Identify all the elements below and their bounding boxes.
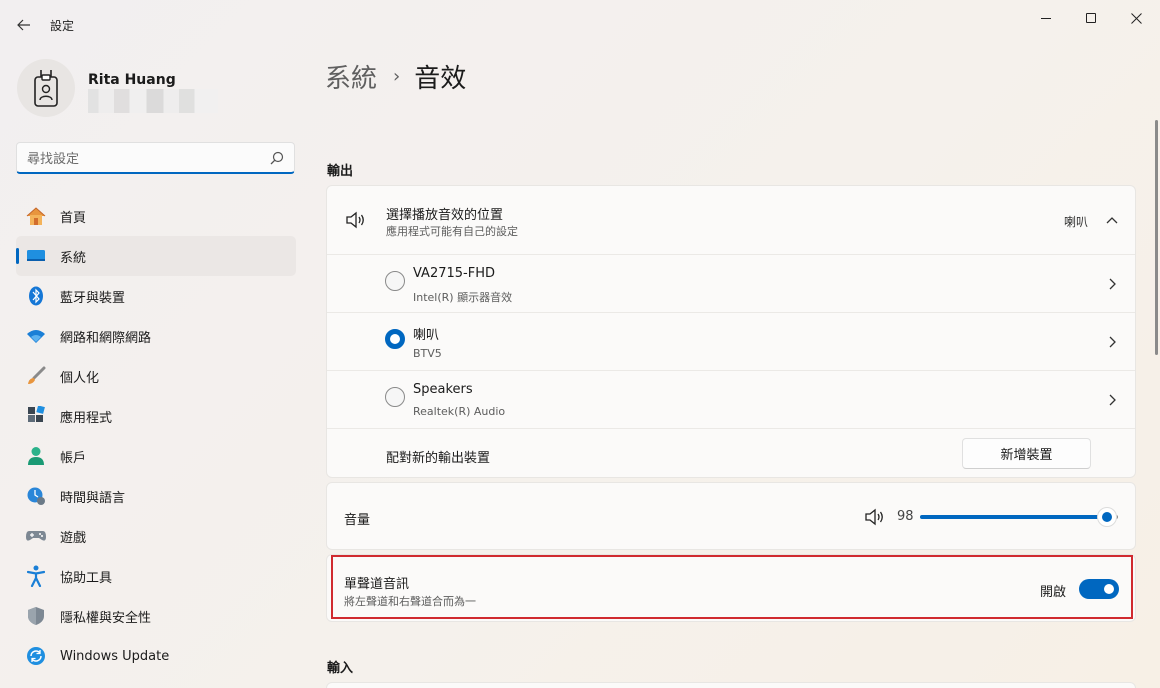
- close-icon: [1130, 12, 1142, 24]
- chevron-up-icon[interactable]: [1106, 216, 1118, 224]
- scrollbar[interactable]: [1155, 120, 1158, 355]
- maximize-button[interactable]: [1076, 6, 1106, 30]
- volume-value: 98: [897, 509, 914, 524]
- sidebar-item-system[interactable]: 系統: [16, 236, 296, 276]
- device-radio[interactable]: [385, 271, 405, 291]
- output-device-row[interactable]: VA2715-FHD Intel(R) 顯示器音效: [327, 254, 1135, 312]
- highlight-box: [331, 555, 1133, 619]
- device-detail: BTV5: [413, 347, 442, 360]
- avatar[interactable]: [17, 59, 75, 117]
- search-input[interactable]: [27, 149, 257, 169]
- sidebar-item-network[interactable]: 網路和網際網路: [16, 316, 296, 356]
- page-title: 音效: [414, 63, 467, 94]
- bluetooth-icon: [25, 285, 47, 307]
- volume-label: 音量: [344, 513, 371, 528]
- output-device-card: 選擇播放音效的位置 應用程式可能有自己的設定 喇叭 VA2715-FHD Int…: [326, 185, 1136, 478]
- sidebar-item-bluetooth[interactable]: 藍牙與裝置: [16, 276, 296, 316]
- sidebar-nav: 首頁 系統 藍牙與裝置 網路和網際網路 個人化 應用程式 帳戶 時間與語言 遊戲…: [16, 196, 296, 676]
- brush-icon: [25, 365, 47, 387]
- app-title: 設定: [50, 19, 75, 33]
- close-button[interactable]: [1121, 6, 1151, 30]
- volume-speaker-icon[interactable]: [864, 508, 886, 526]
- sidebar-item-label: 應用程式: [60, 410, 113, 426]
- home-icon: [25, 205, 47, 227]
- choose-output-subtitle: 應用程式可能有自己的設定: [386, 225, 518, 238]
- sidebar-item-apps[interactable]: 應用程式: [16, 396, 296, 436]
- sidebar-item-label: 遊戲: [60, 530, 87, 546]
- sidebar-item-label: 協助工具: [60, 570, 113, 586]
- breadcrumb: 系統 › 音效: [325, 58, 466, 94]
- volume-slider-thumb[interactable]: [1097, 507, 1117, 527]
- gamepad-icon: [25, 525, 47, 547]
- chevron-right-icon[interactable]: [1107, 277, 1117, 291]
- device-name: 喇叭: [413, 328, 440, 343]
- breadcrumb-separator: ›: [393, 65, 401, 87]
- title-bar: 設定: [0, 0, 1160, 48]
- clock-globe-icon: [25, 485, 47, 507]
- device-detail: Realtek(R) Audio: [413, 405, 506, 418]
- back-button[interactable]: [12, 13, 36, 37]
- sidebar-item-accounts[interactable]: 帳戶: [16, 436, 296, 476]
- breadcrumb-parent[interactable]: 系統: [325, 58, 377, 95]
- sidebar-item-label: 個人化: [60, 370, 100, 386]
- wifi-icon: [25, 325, 47, 347]
- pair-output-row: 配對新的輸出裝置 新增裝置: [327, 428, 1135, 478]
- sidebar-item-label: 藍牙與裝置: [60, 290, 126, 306]
- volume-slider-track[interactable]: [920, 515, 1106, 519]
- sidebar-item-label: 網路和網際網路: [60, 330, 152, 346]
- sidebar-item-privacy[interactable]: 隱私權與安全性: [16, 596, 296, 636]
- sidebar-item-home[interactable]: 首頁: [16, 196, 296, 236]
- device-radio[interactable]: [385, 387, 405, 407]
- user-email-redacted: [88, 89, 218, 113]
- maximize-icon: [1086, 13, 1096, 23]
- id-badge-icon: [34, 70, 58, 107]
- search-icon[interactable]: [270, 151, 284, 165]
- device-name: Speakers: [413, 382, 473, 397]
- sidebar-item-personalization[interactable]: 個人化: [16, 356, 296, 396]
- output-device-row[interactable]: Speakers Realtek(R) Audio: [327, 370, 1135, 428]
- sidebar-item-label: 時間與語言: [60, 490, 126, 506]
- device-name: VA2715-FHD: [413, 266, 495, 281]
- back-arrow-icon: [17, 19, 30, 31]
- sidebar-item-gaming[interactable]: 遊戲: [16, 516, 296, 556]
- input-section-heading: 輸入: [327, 661, 354, 676]
- apps-icon: [25, 405, 47, 427]
- speaker-icon: [346, 211, 364, 229]
- minimize-icon: [1041, 17, 1051, 19]
- sidebar-item-accessibility[interactable]: 協助工具: [16, 556, 296, 596]
- output-device-row[interactable]: 喇叭 BTV5: [327, 312, 1135, 370]
- user-name: Rita Huang: [88, 72, 176, 88]
- accessibility-icon: [25, 565, 47, 587]
- account-icon: [25, 445, 47, 467]
- sidebar-item-label: 帳戶: [60, 450, 87, 466]
- sidebar-item-label: Windows Update: [60, 648, 170, 664]
- add-device-button[interactable]: 新增裝置: [962, 438, 1091, 469]
- pair-output-label: 配對新的輸出裝置: [386, 451, 491, 466]
- input-card: [326, 682, 1136, 688]
- sidebar-item-label: 系統: [60, 250, 87, 266]
- choose-output-row[interactable]: 選擇播放音效的位置 應用程式可能有自己的設定 喇叭: [327, 186, 1135, 254]
- device-detail: Intel(R) 顯示器音效: [413, 291, 513, 304]
- sidebar-item-label: 首頁: [60, 210, 87, 226]
- chevron-right-icon[interactable]: [1107, 335, 1117, 349]
- sidebar-item-time-language[interactable]: 時間與語言: [16, 476, 296, 516]
- system-icon: [25, 245, 47, 267]
- device-radio-selected[interactable]: [385, 329, 405, 349]
- search-box[interactable]: [16, 142, 295, 174]
- chevron-right-icon[interactable]: [1107, 393, 1117, 407]
- sidebar-item-label: 隱私權與安全性: [60, 610, 152, 626]
- output-section-heading: 輸出: [327, 164, 354, 179]
- minimize-button[interactable]: [1031, 6, 1061, 30]
- update-icon: [25, 645, 47, 667]
- shield-icon: [25, 605, 47, 627]
- choose-output-title: 選擇播放音效的位置: [386, 208, 504, 223]
- selected-output-value: 喇叭: [1064, 215, 1089, 229]
- sidebar-item-windows-update[interactable]: Windows Update: [16, 636, 296, 676]
